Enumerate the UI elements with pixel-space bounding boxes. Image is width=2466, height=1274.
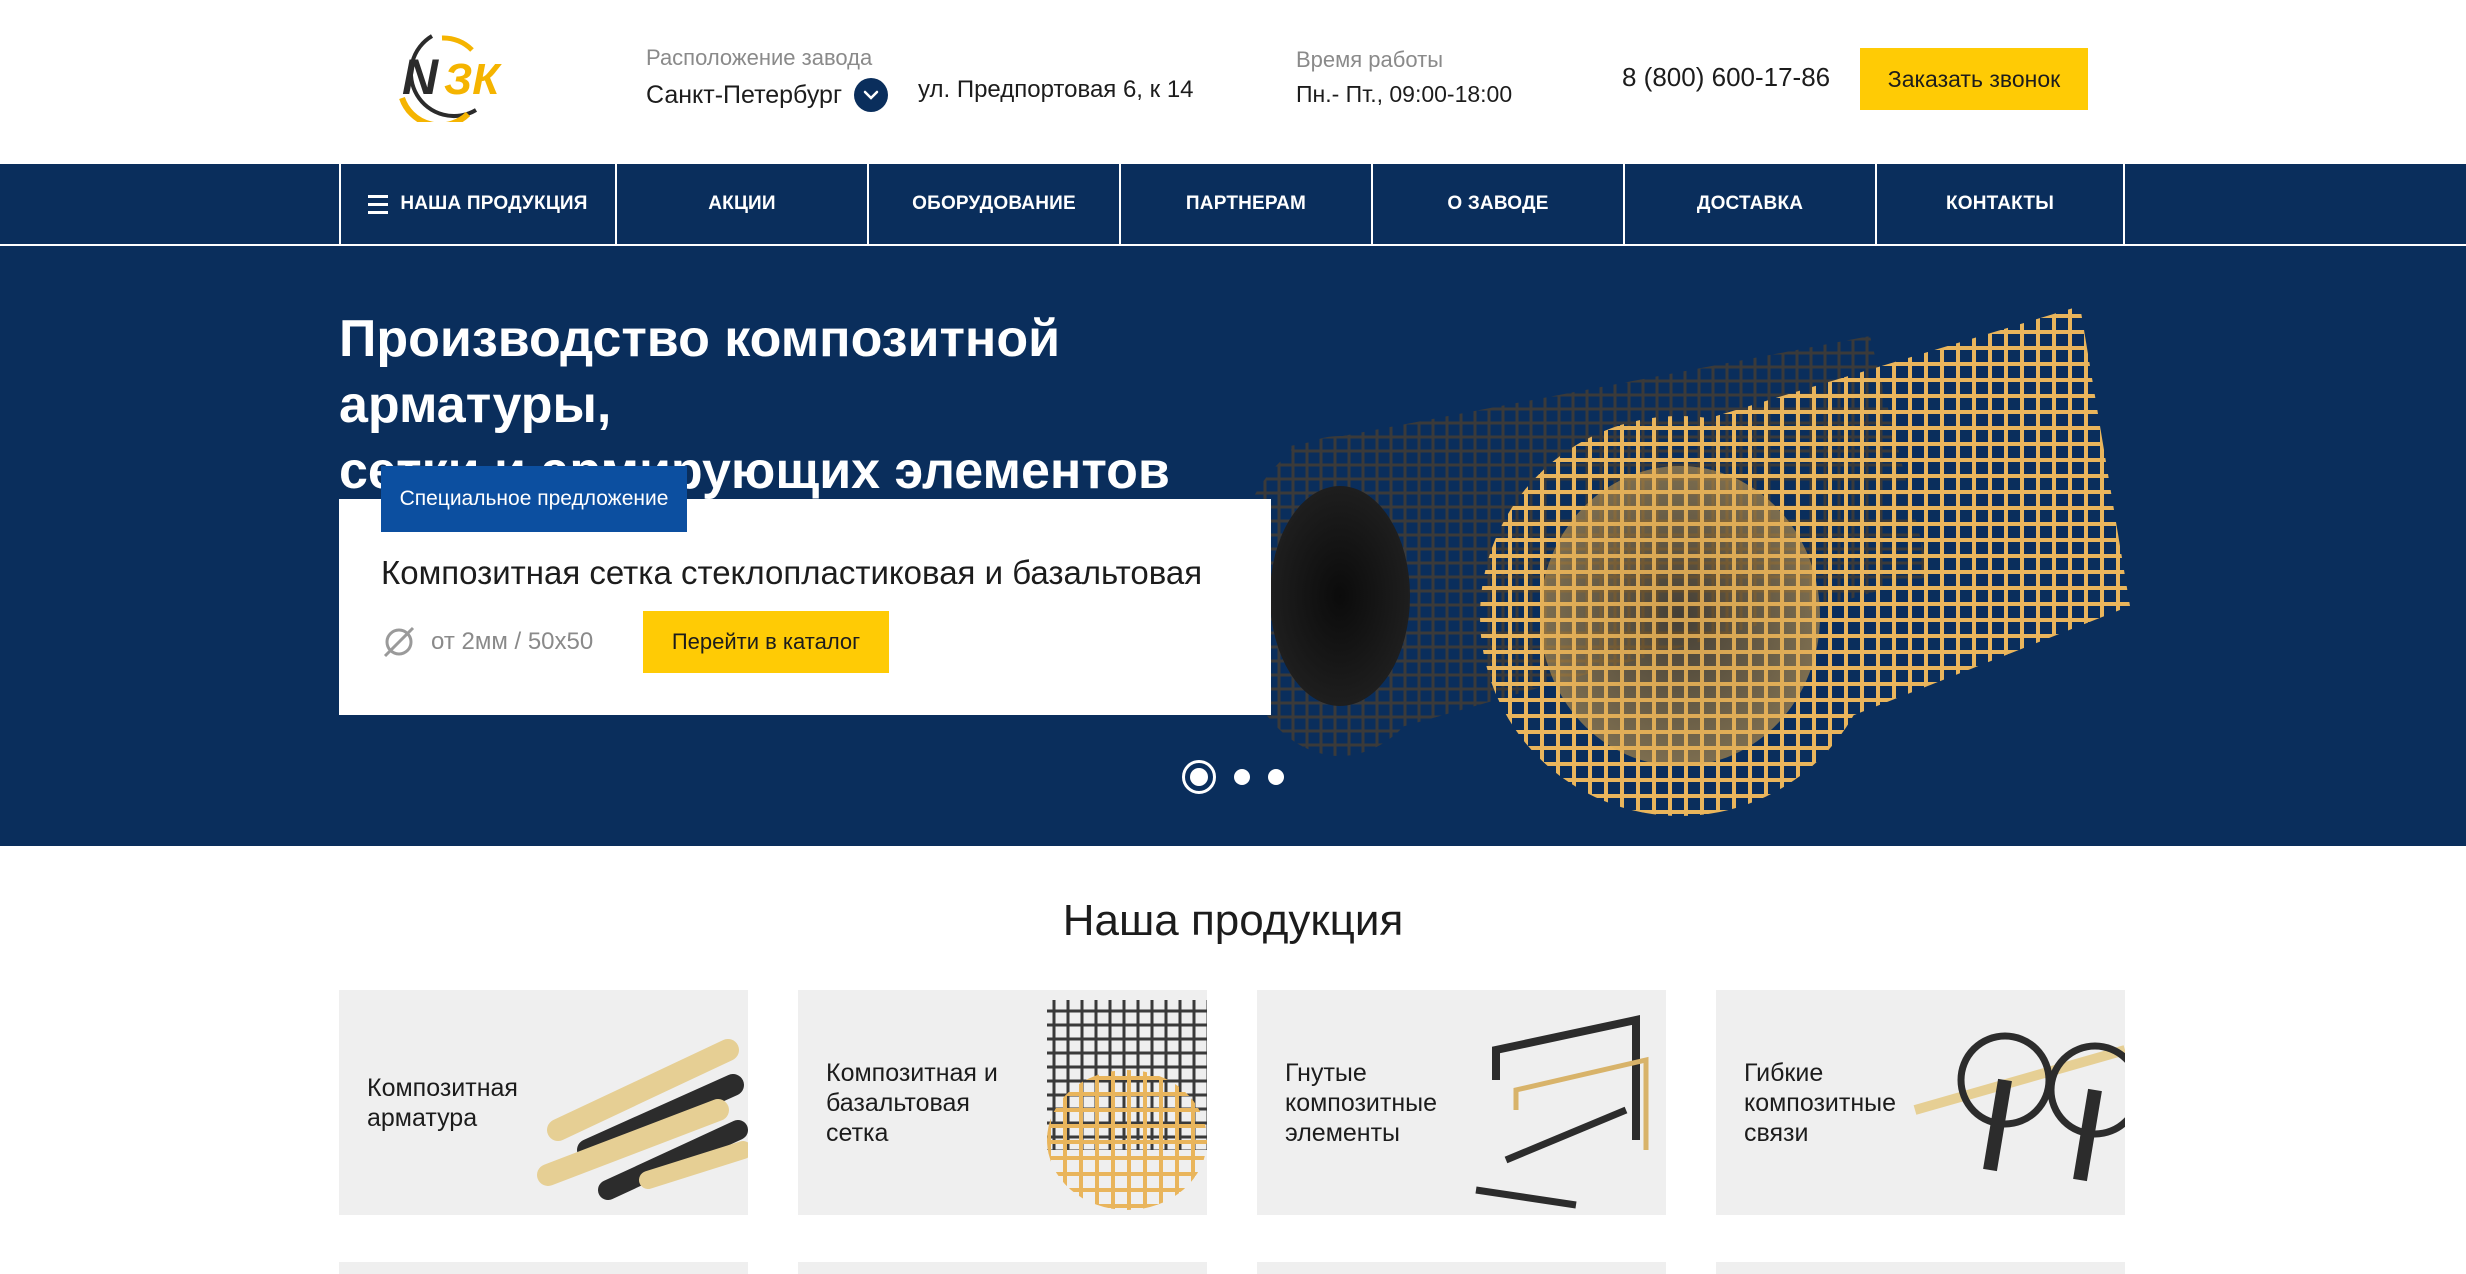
order-call-button[interactable]: Заказать звонок [1860,48,2088,110]
product-card-mesh[interactable]: Композитная и базальтовая сетка [798,990,1207,1215]
hours-caption: Время работы [1296,47,1444,72]
working-hours: Время работы Пн.- Пт., 09:00-18:00 [1296,46,1512,110]
offer-spec-text: от 2мм / 50х50 [431,628,594,655]
hero-title-line: Производство композитной арматуры, [339,310,1061,434]
hours-value: Пн.- Пт., 09:00-18:00 [1296,81,1513,107]
product-card-partial[interactable] [798,1262,1207,1274]
nav-item-delivery[interactable]: ДОСТАВКА [1625,164,1877,244]
nav-item-label: НАША ПРОДУКЦИЯ [400,193,588,214]
nav-item-label: О ЗАВОДЕ [1447,193,1549,214]
hero-slider: Производство композитной арматуры, сетки… [0,246,2466,846]
nav-item-label: АКЦИИ [708,193,776,214]
company-logo[interactable]: N ЗК [372,28,522,122]
product-label: Композитная арматура [367,1073,518,1132]
product-grid-second-row [339,1262,2127,1274]
products-section-title: Наша продукция [1062,896,1404,945]
svg-text:ЗК: ЗК [444,55,502,104]
nav-item-partners[interactable]: ПАРТНЕРАМ [1121,164,1373,244]
nav-item-label: ПАРТНЕРАМ [1185,193,1307,214]
offer-title: Композитная сетка стеклопластиковая и ба… [381,554,1203,591]
offer-spec: от 2мм / 50х50 [381,624,593,660]
product-card-partial[interactable] [339,1262,748,1274]
nav-item-label: КОНТАКТЫ [1945,193,2055,214]
nav-item-promotions[interactable]: АКЦИИ [617,164,869,244]
nav-item-about[interactable]: О ЗАВОДЕ [1373,164,1625,244]
product-grid: Композитная арматура Композитная и базал… [339,990,2127,1215]
product-label: Гибкие композитные связи [1744,1058,1897,1147]
diameter-icon [383,626,415,658]
chevron-down-icon [863,90,879,100]
nav-item-label: ДОСТАВКА [1696,193,1804,214]
slider-dot-1[interactable] [1182,760,1216,794]
slider-dot-2[interactable] [1234,769,1250,785]
product-card-rebar[interactable]: Композитная арматура [339,990,748,1215]
nav-item-label: ОБОРУДОВАНИЕ [912,193,1076,214]
product-label: Композитная и базальтовая сетка [826,1058,998,1147]
product-card-flexible-ties[interactable]: Гибкие композитные связи [1716,990,2125,1215]
plant-location: Расположение завода Санкт-Петербург [646,44,889,112]
location-caption: Расположение завода [646,45,873,70]
phone-link[interactable]: 8 (800) 600-17-86 [1622,62,1830,93]
product-card-partial[interactable] [1257,1262,1666,1274]
slider-pagination [1182,760,1284,794]
city-dropdown-button[interactable] [854,78,889,112]
main-nav: НАША ПРОДУКЦИЯ АКЦИИ ОБОРУДОВАНИЕ ПАРТНЕ… [0,164,2466,246]
plant-address: ул. Предпортовая 6, к 14 [918,76,1194,103]
city-name[interactable]: Санкт-Петербург [646,79,842,111]
nav-item-equipment[interactable]: ОБОРУДОВАНИЕ [869,164,1121,244]
special-offer-badge: Специальное предложение [381,466,687,532]
mesh-rolls-image [1230,306,2130,816]
site-header: N ЗК Расположение завода Санкт-Петербург… [0,0,2466,164]
menu-icon [368,194,389,214]
slider-dot-3[interactable] [1268,769,1284,785]
go-to-catalog-button[interactable]: Перейти в каталог [643,611,889,673]
svg-text:N: N [402,49,439,105]
nav-item-products[interactable]: НАША ПРОДУКЦИЯ [341,164,617,244]
product-card-partial[interactable] [1716,1262,2125,1274]
product-label: Гнутые композитные элементы [1285,1058,1438,1147]
product-card-bent-elements[interactable]: Гнутые композитные элементы [1257,990,1666,1215]
nav-item-contacts[interactable]: КОНТАКТЫ [1877,164,2125,244]
